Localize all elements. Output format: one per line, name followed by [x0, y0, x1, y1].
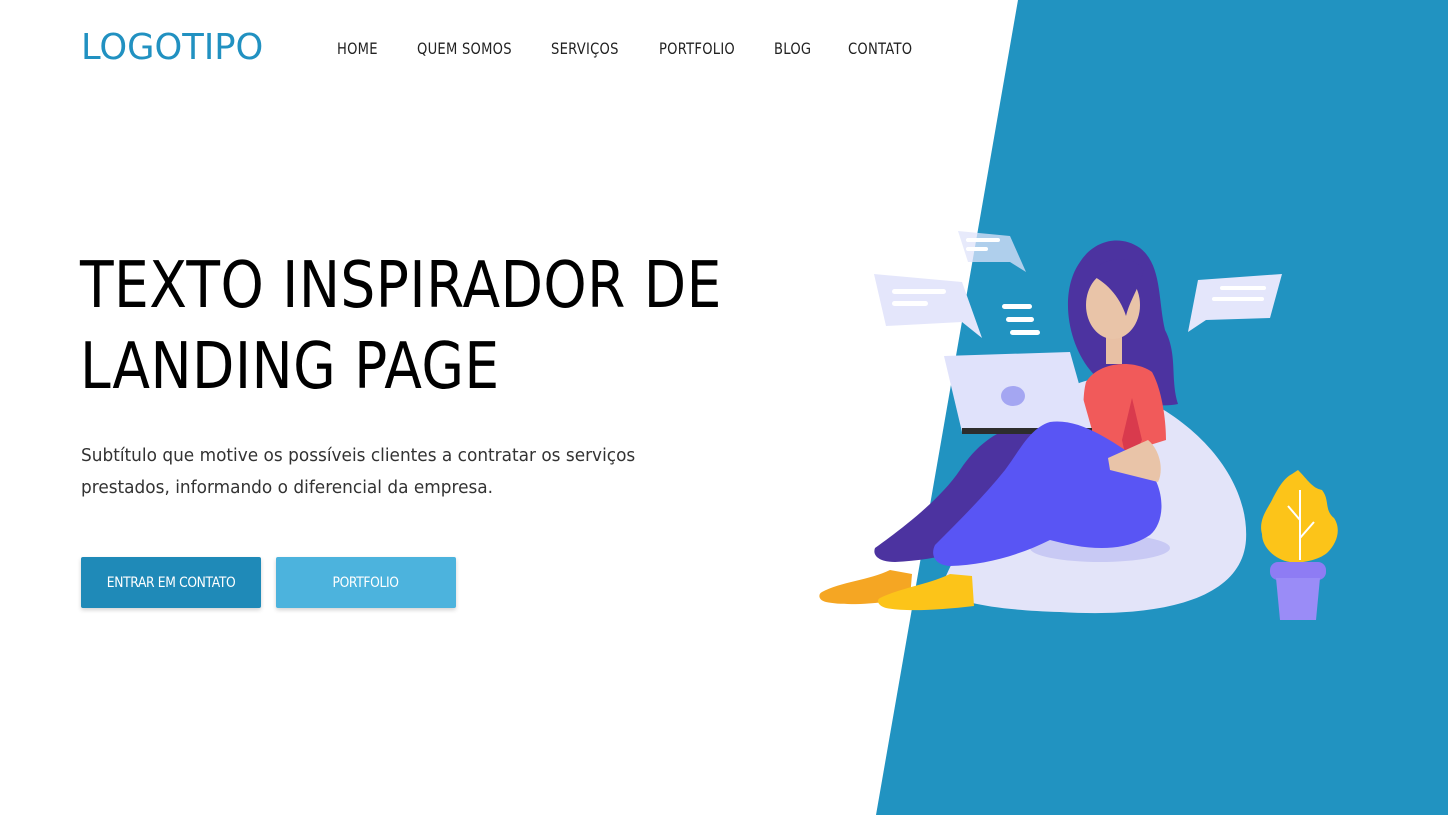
chat-bubble-icon	[874, 274, 982, 338]
contact-button-label: ENTRAR EM CONTATO	[106, 574, 236, 591]
logo[interactable]: LOGOTIPO	[81, 26, 263, 70]
hero-title-line-1: TEXTO INSPIRADOR DE	[80, 249, 722, 323]
nav-servicos[interactable]: SERVIÇOS	[551, 39, 618, 58]
chat-bubble-icon	[1188, 274, 1282, 332]
contact-button[interactable]: ENTRAR EM CONTATO	[81, 557, 261, 608]
nav-quem-somos[interactable]: QUEM SOMOS	[417, 39, 512, 58]
plant-icon	[1261, 470, 1338, 620]
main-nav: HOME QUEM SOMOS SERVIÇOS PORTFOLIO BLOG …	[337, 37, 948, 59]
hero-subtitle-line-1: Subtítulo que motive os possíveis client…	[81, 445, 636, 466]
hero-subtitle: Subtítulo que motive os possíveis client…	[81, 440, 645, 504]
woman-with-laptop-illustration	[819, 231, 1338, 620]
hero-subtitle-line-2: prestados, informando o diferencial da e…	[81, 477, 494, 498]
nav-portfolio[interactable]: PORTFOLIO	[659, 39, 735, 58]
hero-title-line-2: LANDING PAGE	[80, 330, 500, 404]
hero-title: TEXTO INSPIRADOR DE LANDING PAGE	[80, 246, 722, 408]
nav-blog[interactable]: BLOG	[774, 39, 811, 58]
portfolio-button-label: PORTFOLIO	[332, 574, 400, 591]
nav-contato[interactable]: CONTATO	[848, 39, 912, 58]
portfolio-button[interactable]: PORTFOLIO	[276, 557, 456, 608]
notification-lines-icon	[1002, 304, 1040, 335]
chat-bubble-icon	[958, 231, 1026, 272]
landing-page: LOGOTIPO HOME QUEM SOMOS SERVIÇOS PORTFO…	[0, 0, 1448, 815]
nav-home[interactable]: HOME	[337, 39, 378, 58]
